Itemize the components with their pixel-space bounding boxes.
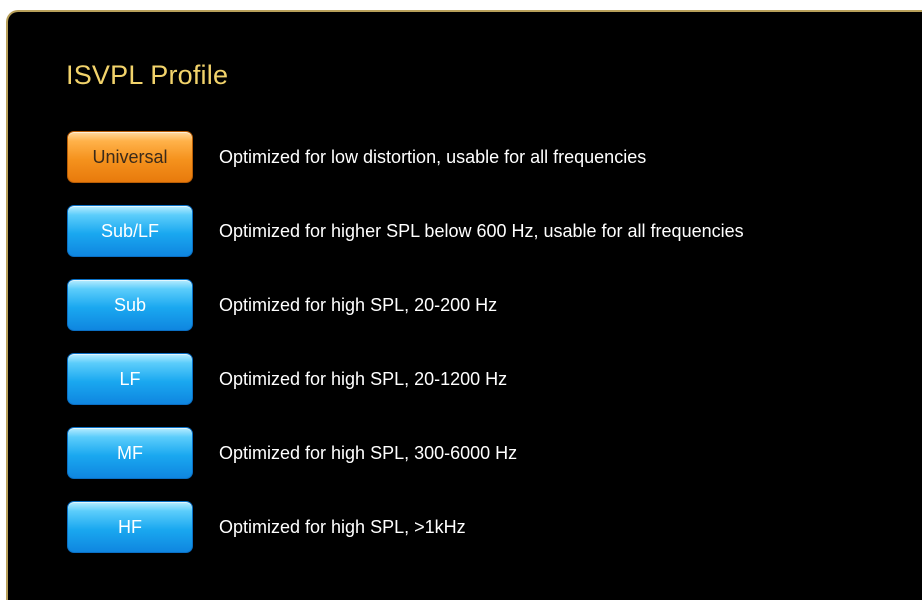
sub-lf-button[interactable]: Sub/LF (67, 205, 193, 257)
lf-button[interactable]: LF (67, 353, 193, 405)
lf-description: Optimized for high SPL, 20-1200 Hz (219, 368, 508, 389)
universal-button[interactable]: Universal (67, 131, 193, 183)
mf-description: Optimized for high SPL, 300-6000 Hz (219, 442, 518, 463)
panel-title: ISVPL Profile (66, 60, 229, 90)
isvpl-profile-panel: ISVPL Profile Universal Optimized for lo… (6, 10, 922, 600)
sub-button[interactable]: Sub (67, 279, 193, 331)
hf-button[interactable]: HF (67, 501, 193, 553)
sub-description: Optimized for high SPL, 20-200 Hz (219, 294, 498, 315)
hf-description: Optimized for high SPL, >1kHz (219, 516, 466, 537)
mf-button[interactable]: MF (67, 427, 193, 479)
universal-description: Optimized for low distortion, usable for… (219, 146, 647, 167)
sub-lf-description: Optimized for higher SPL below 600 Hz, u… (219, 220, 744, 241)
